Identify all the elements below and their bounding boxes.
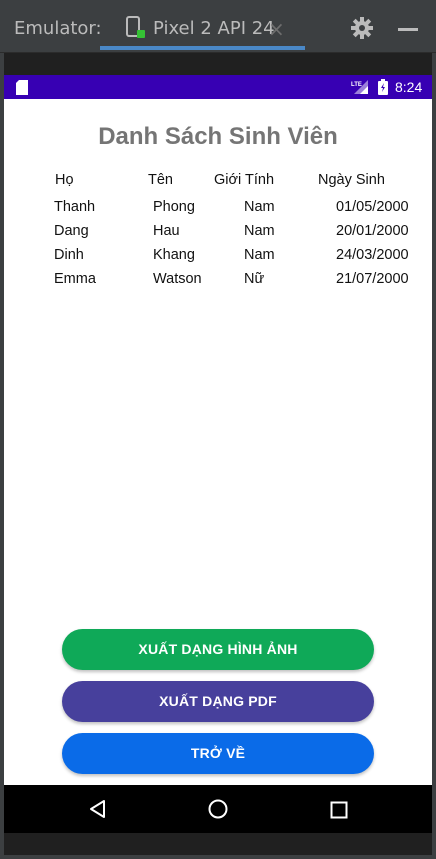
- back-button[interactable]: TRỞ VỀ: [62, 733, 374, 774]
- status-bar: LTE 8:24: [4, 75, 432, 99]
- cell-ngay-sinh: 20/01/2000: [336, 223, 409, 239]
- cell-gioi-tinh: Nam: [244, 247, 275, 263]
- sd-card-icon: [16, 80, 28, 100]
- recents-icon[interactable]: [330, 801, 348, 824]
- active-tab-indicator: [100, 46, 305, 50]
- gear-icon[interactable]: [350, 16, 374, 45]
- column-header-ngay-sinh: Ngày Sinh: [318, 172, 385, 188]
- cell-ho: Dang: [54, 223, 89, 239]
- export-image-button[interactable]: XUẤT DẠNG HÌNH ẢNH: [62, 629, 374, 670]
- close-icon[interactable]: ×: [268, 17, 285, 41]
- export-pdf-button[interactable]: XUẤT DẠNG PDF: [62, 681, 374, 722]
- minimize-icon[interactable]: [398, 28, 418, 31]
- cell-ho: Dinh: [54, 247, 84, 263]
- cell-gioi-tinh: Nữ: [244, 271, 265, 287]
- home-icon[interactable]: [207, 798, 229, 825]
- device-icon: [126, 16, 146, 45]
- status-clock: 8:24: [395, 79, 423, 95]
- cell-ngay-sinh: 24/03/2000: [336, 247, 409, 263]
- tab-pixel-2-api-24[interactable]: Pixel 2 API 24 ×: [100, 8, 305, 50]
- cell-ten: Phong: [153, 199, 195, 215]
- cell-gioi-tinh: Nam: [244, 199, 275, 215]
- app-screen: Danh Sách Sinh Viên Họ Tên Giới Tính Ngà…: [4, 99, 432, 785]
- cell-ten: Watson: [153, 271, 202, 287]
- emulator-label: Emulator:: [14, 18, 102, 39]
- emulator-toolbar: Emulator: Pixel 2 API 24 ×: [0, 0, 436, 53]
- svg-text:LTE: LTE: [351, 82, 362, 88]
- lte-signal-icon: LTE: [350, 79, 370, 100]
- cell-gioi-tinh: Nam: [244, 223, 275, 239]
- cell-ngay-sinh: 01/05/2000: [336, 199, 409, 215]
- battery-icon: [378, 79, 388, 100]
- navigation-bar: [4, 785, 432, 833]
- cell-ten: Hau: [153, 223, 180, 239]
- cell-ten: Khang: [153, 247, 195, 263]
- column-header-ho: Họ: [55, 172, 74, 188]
- tab-label: Pixel 2 API 24: [153, 18, 275, 39]
- cell-ho: Thanh: [54, 199, 96, 215]
- column-header-ten: Tên: [148, 172, 173, 188]
- cell-ngay-sinh: 21/07/2000: [336, 271, 409, 287]
- page-title: Danh Sách Sinh Viên: [98, 123, 338, 150]
- column-header-gioi-tinh: Giới Tính: [214, 172, 275, 188]
- cell-ho: Emma: [54, 271, 96, 287]
- back-icon[interactable]: [88, 799, 108, 824]
